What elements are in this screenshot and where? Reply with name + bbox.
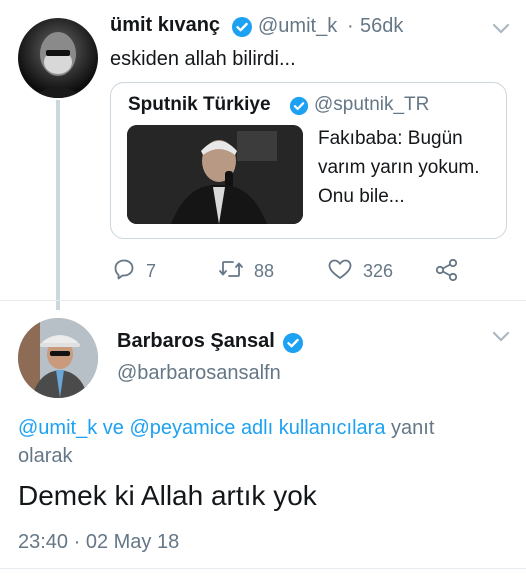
mention-link[interactable]: @umit_k <box>18 417 97 439</box>
retweet-count: 88 <box>254 261 275 281</box>
like-icon <box>327 257 353 286</box>
retweet-button[interactable]: 88 <box>218 257 274 286</box>
divider <box>0 300 526 301</box>
quoted-tweet-image <box>127 125 303 224</box>
tweet-text: eskiden allah bilirdi... <box>110 48 296 70</box>
quoted-author-name: Sputnik Türkiye <box>128 94 271 115</box>
reply-count: 7 <box>146 261 157 281</box>
like-button[interactable]: 326 <box>327 257 393 286</box>
thread-connector <box>56 100 60 310</box>
share-button[interactable] <box>434 257 460 288</box>
author-name[interactable]: Barbaros Şansal <box>117 330 275 353</box>
verified-badge-icon <box>231 16 253 43</box>
chevron-down-icon[interactable] <box>492 330 510 348</box>
avatar-barbaros[interactable] <box>18 318 98 398</box>
reply-icon <box>112 257 136 286</box>
avatar-umit[interactable] <box>18 18 98 98</box>
chevron-down-icon[interactable] <box>492 22 510 40</box>
reply-button[interactable]: 7 <box>112 257 156 286</box>
reply-connector: ve <box>102 417 124 439</box>
share-icon <box>434 257 460 288</box>
replying-to: @umit_k ve @peyamice adlı kullanıcılara … <box>18 414 488 470</box>
tweet-text: Demek ki Allah artık yok <box>18 480 317 511</box>
quoted-author-handle: @sputnik_TR <box>314 94 430 115</box>
verified-badge-icon <box>282 332 304 359</box>
reply-mid-text: adlı kullanıcılara <box>240 417 386 439</box>
separator-dot: · <box>347 15 354 37</box>
tweet-time[interactable]: 56dk <box>360 15 403 38</box>
quoted-tweet-text: Fakıbaba: Bugün varım yarın yokum. Onu b… <box>318 128 480 207</box>
author-name[interactable]: ümit kıvanç <box>110 14 220 37</box>
author-handle[interactable]: @umit_k <box>258 15 337 38</box>
verified-badge-icon <box>289 96 309 121</box>
author-handle[interactable]: @barbarosansalfn <box>117 362 281 385</box>
like-count: 326 <box>363 261 394 281</box>
retweet-icon <box>218 257 244 286</box>
divider <box>0 568 526 569</box>
mention-link[interactable]: @peyamice <box>129 417 235 439</box>
tweet-timestamp[interactable]: 23:40 · 02 May 18 <box>18 531 179 554</box>
